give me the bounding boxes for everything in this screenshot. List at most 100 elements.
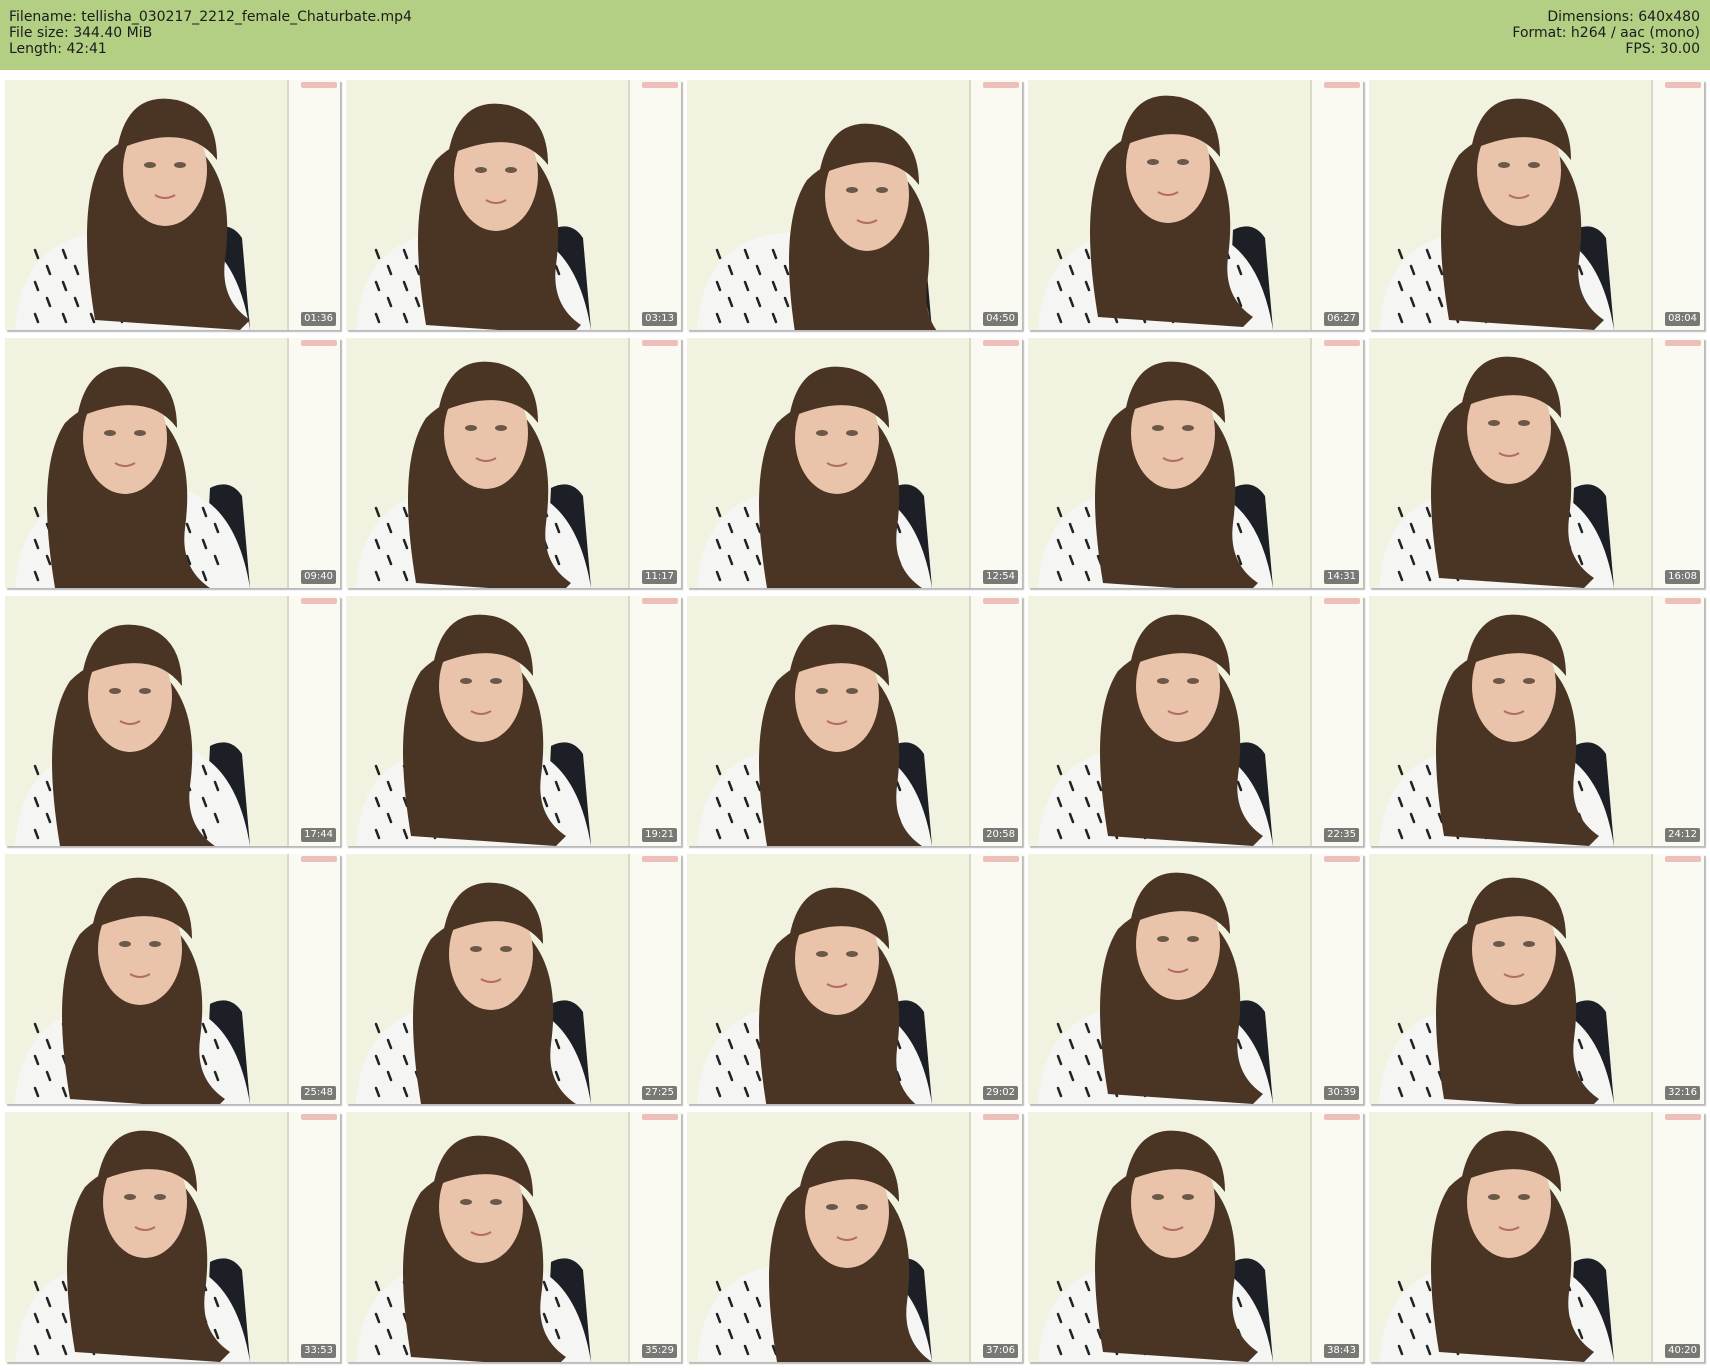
info-header: Filename: tellisha_030217_2212_female_Ch… — [0, 0, 1710, 70]
video-thumbnail: 22:35 — [1028, 596, 1363, 846]
timestamp-label: 32:16 — [1665, 1086, 1700, 1100]
frame-image — [687, 80, 1022, 330]
watermark — [1665, 82, 1701, 88]
timestamp-label: 33:53 — [301, 1344, 336, 1358]
watermark — [642, 856, 678, 862]
video-thumbnail: 35:29 — [346, 1112, 681, 1362]
fps-text: FPS: 30.00 — [1625, 41, 1700, 57]
watermark — [642, 340, 678, 346]
frame-image — [346, 854, 681, 1104]
video-thumbnail: 08:04 — [1369, 80, 1704, 330]
watermark — [1324, 1114, 1360, 1120]
watermark — [642, 598, 678, 604]
watermark — [301, 856, 337, 862]
frame-image — [346, 596, 681, 846]
timestamp-label: 40:20 — [1665, 1344, 1700, 1358]
timestamp-label: 08:04 — [1665, 312, 1700, 326]
filename-text: Filename: tellisha_030217_2212_female_Ch… — [9, 9, 412, 25]
video-thumbnail: 04:50 — [687, 80, 1022, 330]
timestamp-label: 25:48 — [301, 1086, 336, 1100]
timestamp-label: 04:50 — [983, 312, 1018, 326]
frame-image — [5, 338, 340, 588]
timestamp-label: 17:44 — [301, 828, 336, 842]
thumbnail-grid: 01:36 03:13 04:50 06:27 08:04 09:40 11:1… — [5, 80, 1707, 1362]
video-thumbnail: 30:39 — [1028, 854, 1363, 1104]
frame-image — [5, 596, 340, 846]
watermark — [1665, 340, 1701, 346]
frame-image — [1028, 854, 1363, 1104]
timestamp-label: 27:25 — [642, 1086, 677, 1100]
frame-image — [1369, 1112, 1704, 1362]
frame-image — [1028, 338, 1363, 588]
watermark — [983, 856, 1019, 862]
video-thumbnail: 14:31 — [1028, 338, 1363, 588]
timestamp-label: 38:43 — [1324, 1344, 1359, 1358]
watermark — [1665, 856, 1701, 862]
timestamp-label: 11:17 — [642, 570, 677, 584]
timestamp-label: 14:31 — [1324, 570, 1359, 584]
watermark — [1324, 82, 1360, 88]
watermark — [301, 82, 337, 88]
watermark — [983, 82, 1019, 88]
frame-image — [687, 596, 1022, 846]
frame-image — [5, 1112, 340, 1362]
timestamp-label: 06:27 — [1324, 312, 1359, 326]
watermark — [1665, 1114, 1701, 1120]
frame-image — [1028, 80, 1363, 330]
video-thumbnail: 37:06 — [687, 1112, 1022, 1362]
timestamp-label: 20:58 — [983, 828, 1018, 842]
frame-image — [5, 854, 340, 1104]
watermark — [301, 1114, 337, 1120]
filesize-text: File size: 344.40 MiB — [9, 25, 153, 41]
frame-image — [1028, 596, 1363, 846]
timestamp-label: 12:54 — [983, 570, 1018, 584]
watermark — [1324, 598, 1360, 604]
format-text: Format: h264 / aac (mono) — [1512, 25, 1700, 41]
watermark — [301, 340, 337, 346]
watermark — [983, 1114, 1019, 1120]
video-thumbnail: 32:16 — [1369, 854, 1704, 1104]
video-thumbnail: 09:40 — [5, 338, 340, 588]
watermark — [983, 340, 1019, 346]
video-thumbnail: 17:44 — [5, 596, 340, 846]
file-info: Filename: tellisha_030217_2212_female_Ch… — [9, 9, 412, 57]
video-thumbnail: 27:25 — [346, 854, 681, 1104]
timestamp-label: 19:21 — [642, 828, 677, 842]
frame-image — [687, 854, 1022, 1104]
timestamp-label: 24:12 — [1665, 828, 1700, 842]
frame-image — [346, 338, 681, 588]
frame-image — [1369, 596, 1704, 846]
frame-image — [1369, 338, 1704, 588]
timestamp-label: 30:39 — [1324, 1086, 1359, 1100]
video-thumbnail: 01:36 — [5, 80, 340, 330]
watermark — [642, 1114, 678, 1120]
watermark — [1324, 340, 1360, 346]
video-thumbnail: 16:08 — [1369, 338, 1704, 588]
frame-image — [5, 80, 340, 330]
video-thumbnail: 11:17 — [346, 338, 681, 588]
video-thumbnail: 03:13 — [346, 80, 681, 330]
timestamp-label: 22:35 — [1324, 828, 1359, 842]
video-thumbnail: 29:02 — [687, 854, 1022, 1104]
frame-image — [687, 1112, 1022, 1362]
frame-image — [1028, 1112, 1363, 1362]
watermark — [983, 598, 1019, 604]
timestamp-label: 16:08 — [1665, 570, 1700, 584]
frame-image — [1369, 80, 1704, 330]
video-thumbnail: 12:54 — [687, 338, 1022, 588]
timestamp-label: 37:06 — [983, 1344, 1018, 1358]
media-info: Dimensions: 640x480 Format: h264 / aac (… — [1512, 9, 1700, 57]
watermark — [1665, 598, 1701, 604]
watermark — [301, 598, 337, 604]
video-thumbnail: 33:53 — [5, 1112, 340, 1362]
timestamp-label: 01:36 — [301, 312, 336, 326]
video-thumbnail: 40:20 — [1369, 1112, 1704, 1362]
video-thumbnail: 25:48 — [5, 854, 340, 1104]
watermark — [642, 82, 678, 88]
watermark — [1324, 856, 1360, 862]
video-thumbnail: 38:43 — [1028, 1112, 1363, 1362]
timestamp-label: 29:02 — [983, 1086, 1018, 1100]
video-thumbnail: 19:21 — [346, 596, 681, 846]
frame-image — [346, 80, 681, 330]
frame-image — [346, 1112, 681, 1362]
